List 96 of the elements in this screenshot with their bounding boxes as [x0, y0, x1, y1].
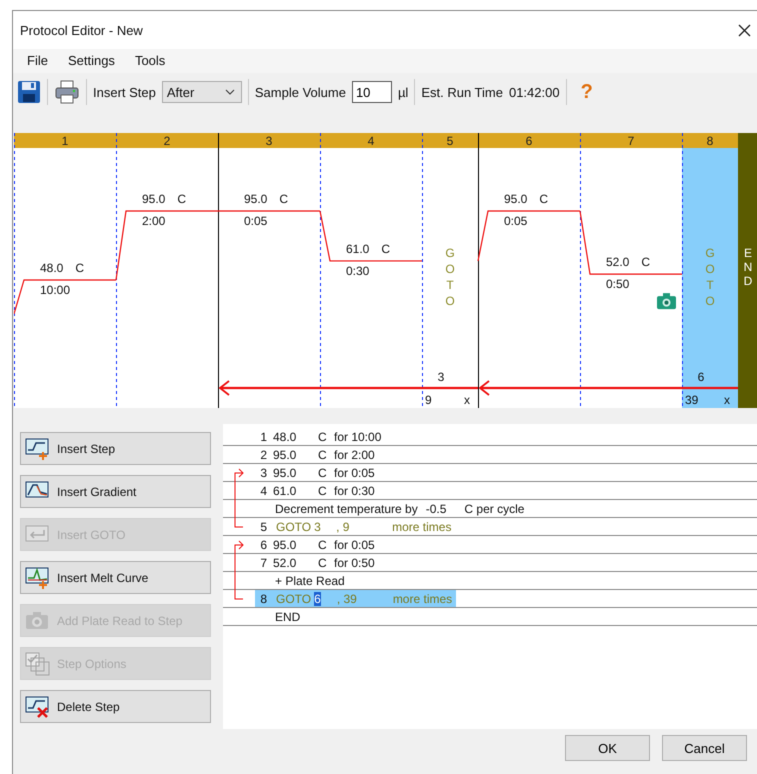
step-temperature[interactable]: 48.0: [273, 430, 318, 444]
step-number: 6: [526, 134, 532, 148]
repeat-count: 9: [425, 393, 432, 407]
times-mark: x: [724, 393, 730, 407]
loop-bracket: [234, 468, 244, 528]
temperature-unit: C: [318, 538, 328, 552]
step-duration[interactable]: for 0:05: [334, 466, 375, 480]
insert-position-dropdown[interactable]: After: [162, 81, 242, 103]
action-button[interactable]: Insert Melt Curve: [20, 561, 211, 594]
step-temperature[interactable]: 95.0: [273, 466, 318, 480]
hold-time-label[interactable]: 0:50: [606, 277, 630, 292]
window-title: Protocol Editor - New: [20, 22, 143, 38]
step-number: 1: [62, 134, 68, 148]
hold-time-label[interactable]: 10:00: [40, 283, 70, 297]
temperature-unit: C: [318, 466, 328, 480]
decrement-unit: C per cycle: [464, 502, 524, 516]
step-number: 8: [259, 592, 268, 606]
dialog-button[interactable]: OK: [565, 735, 650, 761]
step-note: Decrement temperature by: [274, 502, 418, 516]
delete-icon: [25, 694, 51, 718]
step-duration[interactable]: for 0:05: [334, 538, 375, 552]
step-number: 6: [259, 538, 268, 552]
selected-step-column[interactable]: [682, 148, 738, 408]
repeat-suffix: more times: [392, 520, 452, 534]
end-label: END: [744, 246, 752, 288]
menu-item[interactable]: Tools: [134, 53, 166, 68]
list-row[interactable]: 8 GOTO 6 , 39 more times: [255, 590, 456, 607]
temperature-label[interactable]: 95.0 C: [504, 192, 548, 206]
action-button[interactable]: Delete Step: [20, 690, 211, 723]
hold-time-label[interactable]: 0:05: [504, 214, 528, 228]
sample-volume-field[interactable]: 10: [352, 81, 392, 103]
sample-volume-label: Sample Volume: [254, 84, 346, 100]
step-number: 8: [706, 134, 714, 148]
step-number: 7: [628, 134, 634, 148]
hold-time-label[interactable]: 0:05: [244, 214, 268, 228]
checkbox-stack-icon: [25, 652, 51, 676]
temperature-unit: C: [318, 448, 328, 462]
times-mark: x: [464, 393, 470, 407]
temperature-label[interactable]: 52.0 C: [606, 255, 650, 270]
printer-icon[interactable]: [54, 79, 80, 105]
goto-label: GOTO: [276, 592, 312, 606]
caret-icon: [224, 89, 235, 95]
temperature-unit: C: [318, 484, 328, 498]
step-duration[interactable]: for 2:00: [334, 448, 375, 462]
close-icon[interactable]: [738, 24, 751, 36]
repeat-count[interactable]: , 9: [336, 520, 392, 534]
step-duration[interactable]: for 0:50: [334, 556, 375, 570]
goto-target: 6: [698, 370, 704, 384]
action-button[interactable]: Insert Step: [20, 432, 211, 465]
step-duration[interactable]: for 10:00: [334, 430, 382, 444]
save-icon[interactable]: [17, 80, 41, 104]
hold-time-label[interactable]: 0:30: [346, 264, 370, 278]
step-number: 1: [259, 430, 268, 444]
goto-label[interactable]: GOTO: [445, 246, 455, 308]
step-temperature[interactable]: 95.0: [273, 448, 318, 462]
goto-target[interactable]: 6: [314, 592, 321, 606]
goto-target: 3: [438, 370, 444, 384]
list-row[interactable]: 5 GOTO 3 , 9 more times: [255, 518, 456, 535]
step-temperature[interactable]: 52.0: [273, 556, 318, 570]
run-time-label: Est. Run Time: [421, 84, 503, 100]
temperature-label[interactable]: 48.0 C: [40, 261, 84, 275]
step-number: 4: [259, 484, 268, 498]
repeat-suffix: more times: [392, 592, 452, 606]
menu-item[interactable]: File: [27, 53, 48, 68]
step-number: 3: [259, 466, 268, 480]
temperature-label[interactable]: 61.0 C: [346, 242, 390, 256]
step-number: 5: [446, 134, 454, 148]
step-number: 7: [259, 556, 268, 570]
run-time-value: 01:42:00: [508, 84, 560, 100]
temperature-unit: C: [318, 430, 328, 444]
menu-item[interactable]: Settings: [68, 53, 115, 68]
step-number: 2: [164, 134, 170, 148]
temperature-unit: C: [318, 556, 328, 570]
end-label: END: [274, 610, 300, 624]
step-number: 3: [266, 134, 272, 148]
step-number: 4: [368, 134, 374, 148]
decrement-value[interactable]: -0.5: [426, 502, 446, 516]
hold-time-label[interactable]: 2:00: [142, 214, 166, 228]
step-note: + Plate Read: [274, 574, 345, 588]
insert-step-label: Insert Step: [93, 84, 156, 100]
step-number: 2: [259, 448, 268, 462]
goto-label: GOTO: [276, 520, 312, 534]
temperature-label[interactable]: 95.0 C: [244, 192, 288, 206]
step-duration[interactable]: for 0:30: [334, 484, 375, 498]
action-button[interactable]: Insert Gradient: [20, 475, 211, 508]
step-number: 5: [259, 520, 268, 534]
dialog-button[interactable]: Cancel: [662, 735, 747, 761]
step-temperature[interactable]: 95.0: [273, 538, 318, 552]
temperature-label[interactable]: 95.0 C: [142, 192, 186, 206]
step-temperature[interactable]: 61.0: [273, 484, 318, 498]
goto-target[interactable]: 3: [314, 520, 336, 534]
curve-chart-icon: [25, 436, 51, 460]
curve-chart-icon: [25, 566, 51, 590]
repeat-count: 39: [685, 393, 698, 407]
loop-bracket: [234, 540, 244, 600]
volume-unit: µl: [398, 84, 408, 100]
